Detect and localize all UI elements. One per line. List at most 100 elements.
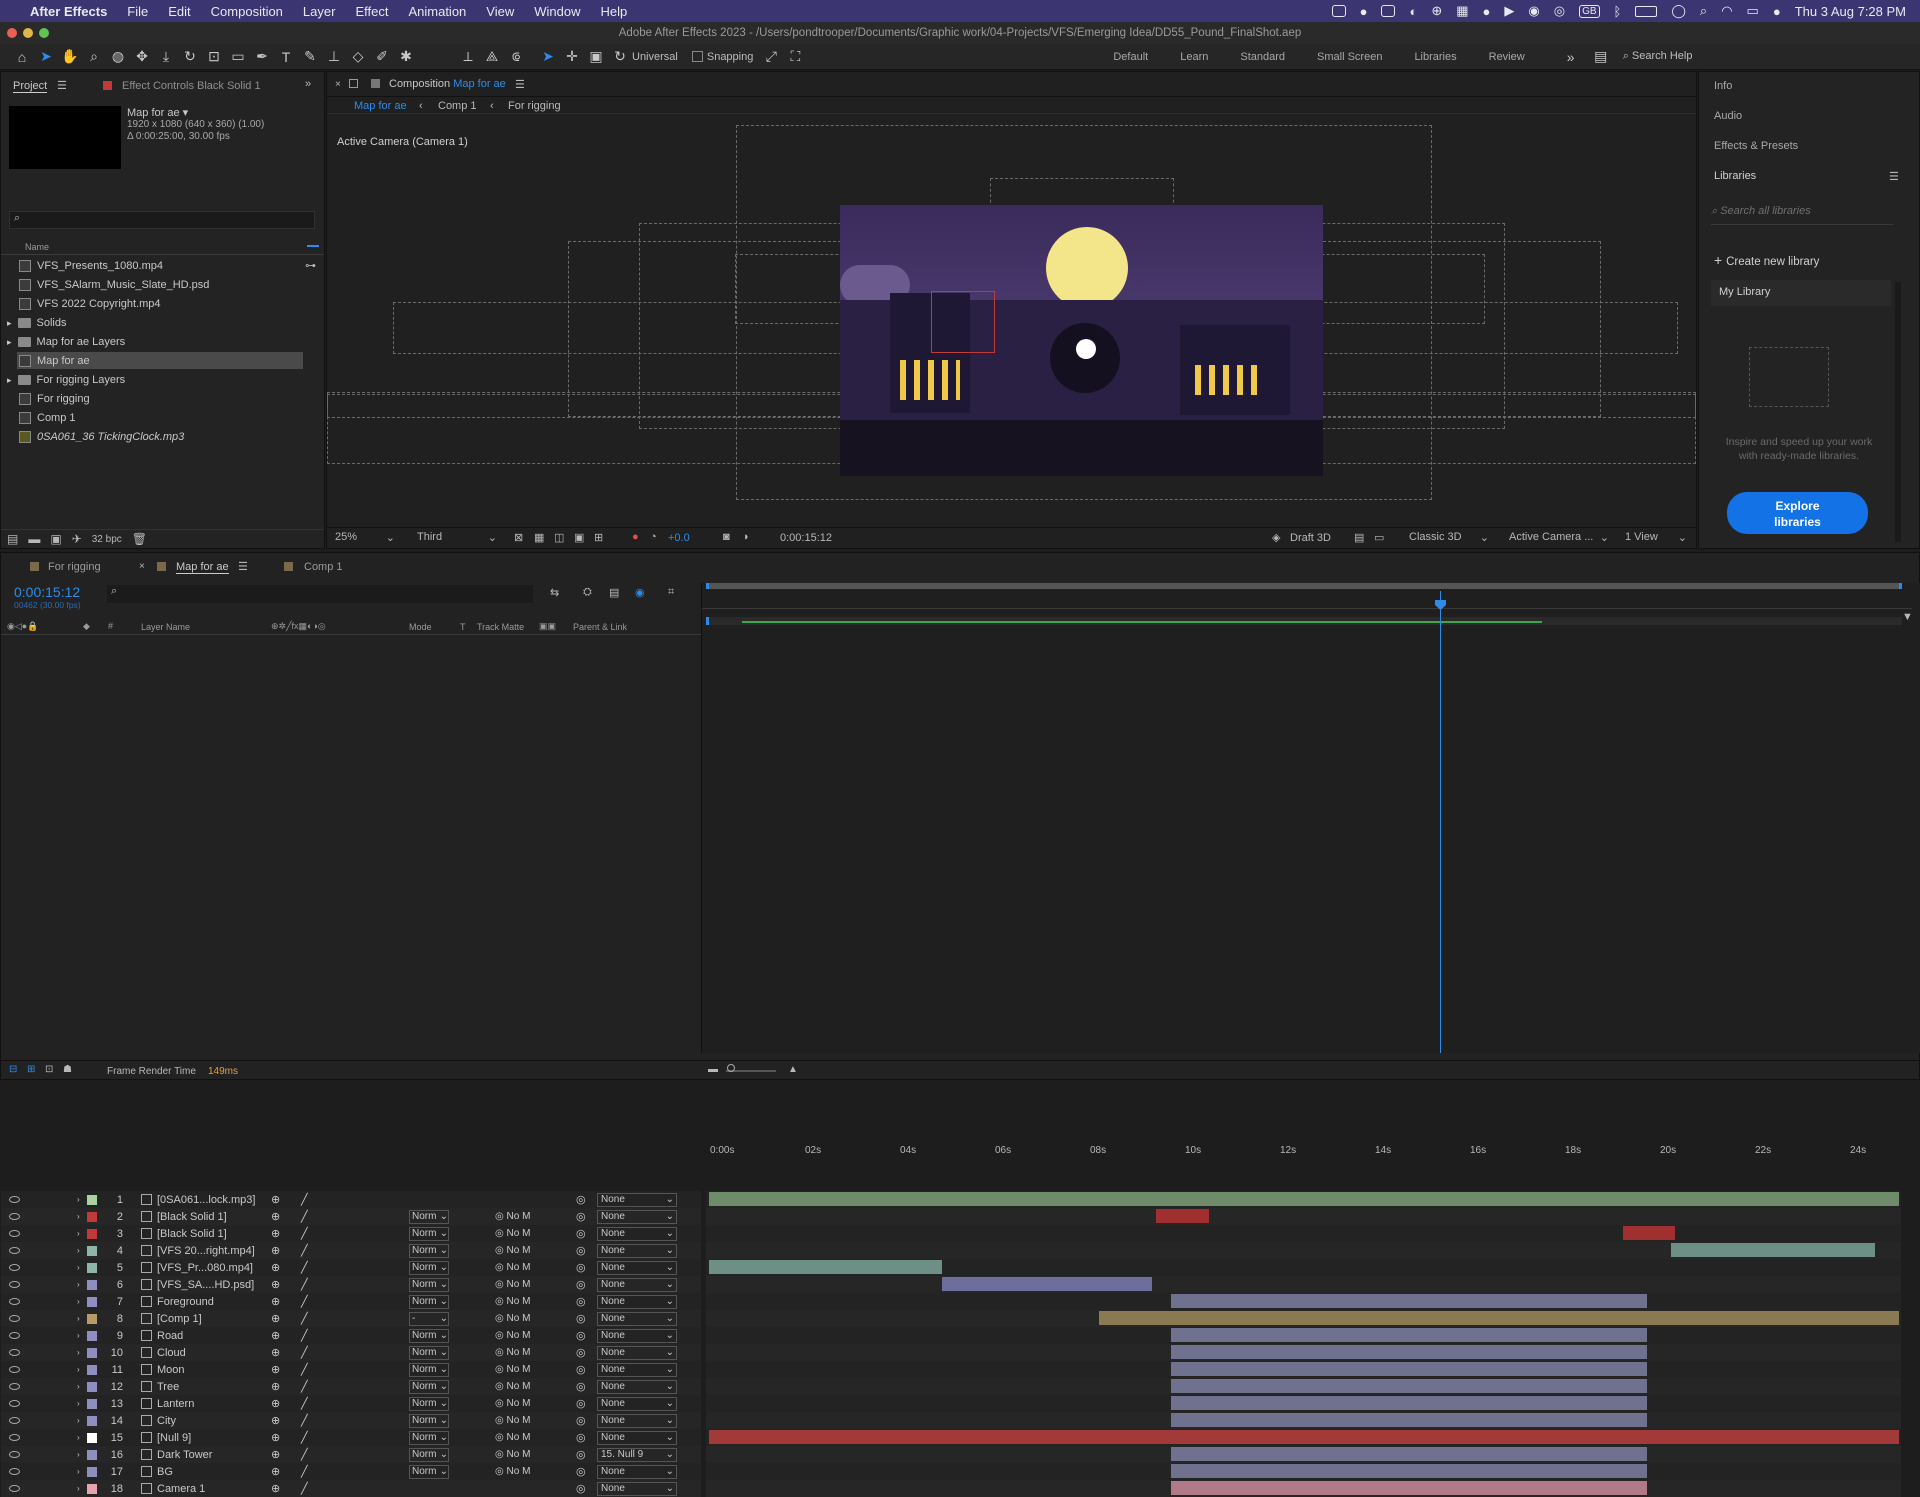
universal-scale-icon[interactable]: ▣ xyxy=(586,47,606,67)
visibility-eye-icon[interactable] xyxy=(9,1434,20,1441)
mode-header[interactable]: Mode xyxy=(409,622,432,632)
libraries-search[interactable]: ⌕ Search all libraries xyxy=(1711,205,1893,225)
layer-name[interactable]: Tree xyxy=(157,1381,179,1393)
av-switches-icon[interactable]: ◉◁●🔒 xyxy=(7,621,38,632)
show-snapshot-icon[interactable]: ◗ xyxy=(743,531,750,543)
layer-name[interactable]: [Null 9] xyxy=(157,1432,191,1444)
expand-arrow-icon[interactable]: › xyxy=(77,1365,80,1374)
status-icon[interactable] xyxy=(1331,5,1346,17)
label-color-swatch[interactable] xyxy=(87,1483,97,1494)
blend-mode-select[interactable]: Norm ⌄ xyxy=(409,1464,449,1479)
pickwhip-icon[interactable]: ◎ xyxy=(576,1329,586,1342)
hand-tool-icon[interactable]: ✋ xyxy=(60,47,80,67)
menu-app-name[interactable]: After Effects xyxy=(20,4,117,19)
layer-row[interactable]: › 14 City ⊕ ╱ Norm ⌄ ◎ No M ◎ None ⌄ xyxy=(1,1412,701,1429)
views-layout-select[interactable]: 1 View ⌄ xyxy=(1625,531,1687,546)
universal-rotate-icon[interactable]: ↻ xyxy=(610,47,630,67)
blend-mode-select[interactable]: Norm ⌄ xyxy=(409,1379,449,1394)
status-icon[interactable]: ● xyxy=(1360,4,1368,19)
draft-3d-toggle[interactable]: Draft 3D xyxy=(1290,532,1331,544)
visibility-eye-icon[interactable] xyxy=(9,1400,20,1407)
pickwhip-icon[interactable]: ◎ xyxy=(576,1414,586,1427)
blend-mode-select[interactable]: Norm ⌄ xyxy=(409,1226,449,1241)
status-icon[interactable]: ● xyxy=(1483,4,1491,19)
pickwhip-icon[interactable]: ◎ xyxy=(576,1482,586,1495)
shy-toggle-icon[interactable]: ⊕ xyxy=(271,1312,280,1325)
layer-search[interactable]: ⌕ xyxy=(107,585,533,603)
layer-name[interactable]: [VFS 20...right.mp4] xyxy=(157,1245,255,1257)
layer-duration-bar[interactable] xyxy=(1099,1311,1899,1325)
breadcrumb-for-rigging[interactable]: For rigging xyxy=(508,100,561,112)
play-icon[interactable]: ▶ xyxy=(1504,3,1514,19)
expand-arrow-icon[interactable]: ▸ xyxy=(7,371,12,389)
quality-toggle-icon[interactable]: ╱ xyxy=(301,1193,308,1206)
draft-3d-icon[interactable]: ◈ xyxy=(1272,531,1280,544)
render-time-icon[interactable]: ☗ xyxy=(63,1064,72,1075)
universal-select-icon[interactable]: ➤ xyxy=(538,47,558,67)
selection-tool-icon[interactable]: ➤ xyxy=(36,47,56,67)
label-color-swatch[interactable] xyxy=(87,1347,97,1358)
label-color-swatch[interactable] xyxy=(87,1449,97,1460)
layer-name[interactable]: Moon xyxy=(157,1364,185,1376)
axis-world-icon[interactable]: ⟁ xyxy=(482,47,502,67)
track-matte-select[interactable]: ◎ No M xyxy=(495,1449,530,1460)
visibility-eye-icon[interactable] xyxy=(9,1264,20,1271)
layer-name[interactable]: [Black Solid 1] xyxy=(157,1211,227,1223)
parent-select[interactable]: None ⌄ xyxy=(597,1294,677,1309)
shy-toggle-icon[interactable]: ⊕ xyxy=(271,1431,280,1444)
project-item[interactable]: Map for ae xyxy=(19,352,90,370)
blend-mode-select[interactable]: Norm ⌄ xyxy=(409,1277,449,1292)
snapshot-icon[interactable]: ◙ xyxy=(723,531,730,543)
menu-animation[interactable]: Animation xyxy=(398,4,476,19)
layer-duration-bar[interactable] xyxy=(1670,1243,1876,1257)
blend-mode-select[interactable]: Norm ⌄ xyxy=(409,1430,449,1445)
shy-toggle-icon[interactable]: ⊕ xyxy=(271,1380,280,1393)
quality-toggle-icon[interactable]: ╱ xyxy=(301,1329,308,1342)
rectangle-tool-icon[interactable]: ▭ xyxy=(228,47,248,67)
universal-move-icon[interactable]: ✛ xyxy=(562,47,582,67)
status-icon[interactable]: ◐ xyxy=(1409,4,1417,19)
home-icon[interactable]: ⌂ xyxy=(12,47,32,67)
visibility-eye-icon[interactable] xyxy=(9,1247,20,1254)
track-matte-select[interactable]: ◎ No M xyxy=(495,1245,530,1256)
blend-mode-select[interactable]: Norm ⌄ xyxy=(409,1260,449,1275)
label-color-swatch[interactable] xyxy=(87,1381,97,1392)
layer-duration-bar[interactable] xyxy=(1170,1379,1647,1393)
parent-select[interactable]: None ⌄ xyxy=(597,1396,677,1411)
label-color-swatch[interactable] xyxy=(87,1228,97,1239)
layer-name[interactable]: Foreground xyxy=(157,1296,214,1308)
shy-toggle-icon[interactable]: ⊕ xyxy=(271,1414,280,1427)
parent-select[interactable]: None ⌄ xyxy=(597,1481,677,1496)
shy-toggle-icon[interactable]: ⊕ xyxy=(271,1448,280,1461)
close-tab-icon[interactable]: × xyxy=(139,561,145,572)
label-color-swatch[interactable] xyxy=(87,1466,97,1477)
layer-duration-bar[interactable] xyxy=(709,1192,1899,1206)
track-matte-select[interactable]: ◎ No M xyxy=(495,1313,530,1324)
expand-arrow-icon[interactable]: › xyxy=(77,1484,80,1493)
visibility-eye-icon[interactable] xyxy=(9,1366,20,1373)
search-icon[interactable]: ⌕ xyxy=(1700,3,1707,19)
tab-composition[interactable]: Composition Map for ae xyxy=(389,78,506,90)
project-search[interactable]: ⌕ xyxy=(9,211,315,229)
quality-toggle-icon[interactable]: ╱ xyxy=(301,1346,308,1359)
project-item[interactable]: 0SA061_36 TickingClock.mp3 xyxy=(19,428,184,446)
layer-duration-bar[interactable] xyxy=(1170,1345,1647,1359)
zoom-out-icon[interactable]: ▬ xyxy=(708,1064,718,1075)
track-matte-select[interactable]: ◎ No M xyxy=(495,1347,530,1358)
label-column-icon[interactable]: ◆ xyxy=(83,621,90,632)
bit-depth[interactable]: 32 bpc xyxy=(92,534,122,545)
workspace-layout-icon[interactable]: ▤ xyxy=(1591,47,1611,67)
menu-view[interactable]: View xyxy=(476,4,524,19)
layer-row[interactable]: › 1 [0SA061...lock.mp3] ⊕ ╱ ◎ None ⌄ xyxy=(1,1191,701,1208)
clone-stamp-tool-icon[interactable]: ⊥ xyxy=(324,47,344,67)
expand-arrow-icon[interactable]: › xyxy=(77,1212,80,1221)
label-color-swatch[interactable] xyxy=(87,1194,97,1205)
clock[interactable]: Thu 3 Aug 7:28 PM xyxy=(1795,4,1906,19)
shy-toggle-icon[interactable]: ⊕ xyxy=(271,1244,280,1257)
track-matte-select[interactable]: ◎ No M xyxy=(495,1381,530,1392)
pickwhip-icon[interactable]: ◎ xyxy=(576,1227,586,1240)
layer-name[interactable]: [Black Solid 1] xyxy=(157,1228,227,1240)
quality-toggle-icon[interactable]: ╱ xyxy=(301,1482,308,1495)
shy-toggle-icon[interactable]: ⊕ xyxy=(271,1261,280,1274)
parent-select[interactable]: 15. Null 9 ⌄ xyxy=(597,1447,677,1462)
